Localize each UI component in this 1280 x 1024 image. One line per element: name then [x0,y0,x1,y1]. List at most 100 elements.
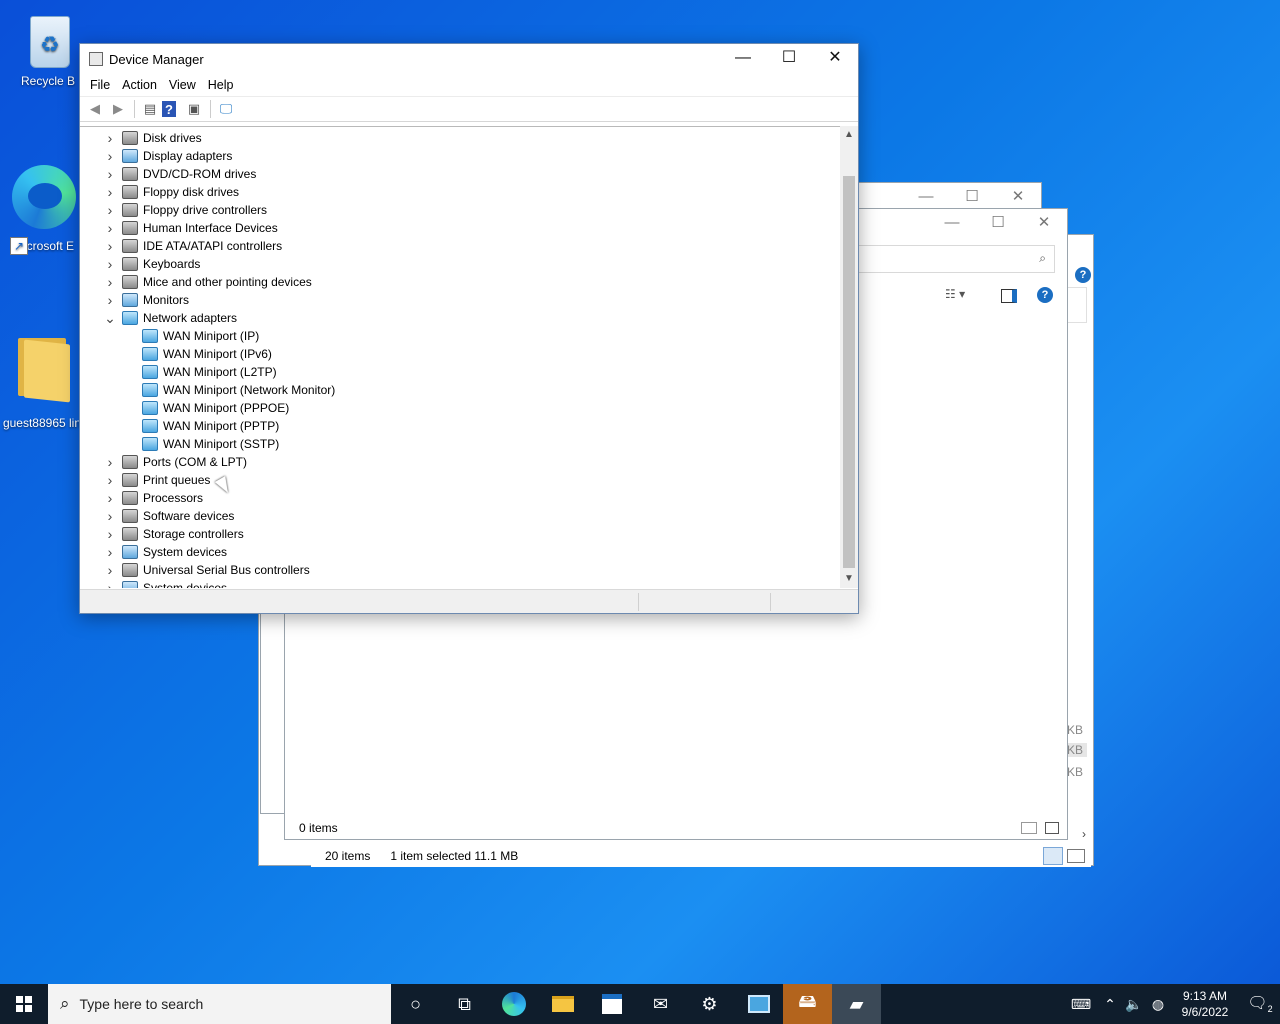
device-tree[interactable]: › Disk drives › Display adapters › DVD/CD-ROM… [80,126,840,588]
close-icon[interactable]: ✕ [812,44,858,74]
tree-device-item[interactable]: WAN Miniport (L2TP) [138,363,277,381]
chevron-right-icon[interactable]: › [102,184,118,200]
network-icon[interactable]: ◍ [1146,996,1170,1013]
minimize-icon[interactable]: — [720,44,766,74]
tree-category-item[interactable]: › Monitors [102,291,189,309]
scroll-right-icon[interactable]: › [1082,827,1086,841]
large-icons-view-icon[interactable] [1045,822,1059,834]
scroll-up-icon[interactable]: ▲ [840,126,858,144]
settings-icon[interactable]: ⚙ [685,984,734,1024]
help-icon[interactable]: ? [1037,287,1053,303]
chevron-right-icon[interactable]: › [102,292,118,308]
tree-device-item[interactable]: WAN Miniport (PPPOE) [138,399,289,417]
update-driver-icon[interactable]: ▣ [183,99,205,119]
maximize-icon[interactable]: ☐ [766,44,812,74]
chevron-right-icon[interactable]: › [102,202,118,218]
app-taskbar-icon[interactable]: ▰ [832,984,881,1024]
scan-hardware-icon[interactable]: 🖵 [215,99,237,119]
chevron-right-icon[interactable]: › [102,580,118,588]
tree-category-item[interactable]: › Keyboards [102,255,201,273]
help-icon[interactable]: ? [162,101,176,117]
chevron-right-icon[interactable]: › [102,454,118,470]
maximize-icon[interactable]: ☐ [949,183,995,209]
tree-category-item[interactable]: › IDE ATA/ATAPI controllers [102,237,283,255]
cortana-icon[interactable]: ○ [391,984,440,1024]
volume-muted-icon[interactable]: 🔈 [1122,996,1146,1013]
tree-category-item[interactable]: › Software devices [102,507,235,525]
details-view-icon[interactable] [1043,847,1063,865]
details-view-icon[interactable] [1021,822,1037,834]
clock[interactable]: 9:13 AM 9/6/2022 [1170,988,1240,1020]
chevron-down-icon[interactable]: ⌄ [102,310,118,327]
tree-category-item[interactable]: › Floppy disk drives [102,183,239,201]
menu-file[interactable]: File [84,78,116,92]
chevron-right-icon[interactable]: › [102,220,118,236]
large-icons-view-icon[interactable] [1067,849,1085,863]
tree-device-item[interactable]: WAN Miniport (SSTP) [138,435,279,453]
device-manager-window[interactable]: Device Manager — ☐ ✕ File Action View He… [79,43,859,614]
show-hidden-icons-icon[interactable]: ⌃ [1098,996,1122,1013]
minimize-icon[interactable]: — [903,183,949,209]
chevron-right-icon[interactable]: › [102,130,118,146]
search-input[interactable]: ⌕ [845,245,1055,273]
tree-category-item[interactable]: › System devices [102,543,227,561]
chevron-right-icon[interactable]: › [102,526,118,542]
tree-category-item[interactable]: › Ports (COM & LPT) [102,453,247,471]
device-manager-taskbar-icon[interactable]: 🖴 [783,984,832,1024]
chevron-right-icon[interactable]: › [102,562,118,578]
forward-arrow-icon[interactable]: ▶ [107,99,129,119]
tree-category-item[interactable]: › Disk drives [102,129,202,147]
mail-icon[interactable]: ✉ [636,984,685,1024]
start-button[interactable] [0,984,48,1024]
preview-pane-icon[interactable] [1001,289,1017,303]
tree-category-item[interactable]: › Print queues [102,471,211,489]
store-icon[interactable] [587,984,636,1024]
keyboard-icon[interactable]: ⌨ [1064,996,1098,1013]
notifications-icon[interactable]: 🗨2 [1240,993,1280,1014]
tree-device-item[interactable]: WAN Miniport (Network Monitor) [138,381,335,399]
vertical-scrollbar[interactable]: ▲ ▼ [840,126,858,588]
chevron-right-icon[interactable]: › [102,274,118,290]
tree-device-item[interactable]: WAN Miniport (IP) [138,327,259,345]
tree-category-item[interactable]: › DVD/CD-ROM drives [102,165,257,183]
menu-help[interactable]: Help [202,78,240,92]
chevron-right-icon[interactable]: › [102,148,118,164]
chevron-right-icon[interactable]: › [102,544,118,560]
chevron-right-icon[interactable]: › [102,166,118,182]
edge-taskbar-icon[interactable] [489,984,538,1024]
close-icon[interactable]: ✕ [995,183,1041,209]
tree-category-item[interactable]: › Floppy drive controllers [102,201,267,219]
tree-category-item[interactable]: › System devices [102,579,227,588]
desktop-icon-edge[interactable]: ↗ Microsoft E [4,165,84,255]
chevron-right-icon[interactable]: › [102,238,118,254]
scroll-thumb[interactable] [843,176,855,568]
desktop-icon-recycle-bin[interactable]: ♻ Recycle B [8,10,88,88]
menu-action[interactable]: Action [116,78,163,92]
tree-device-item[interactable]: WAN Miniport (IPv6) [138,345,272,363]
tree-category-item[interactable]: › Storage controllers [102,525,244,543]
chevron-right-icon[interactable]: › [102,490,118,506]
close-icon[interactable]: ✕ [1021,209,1067,239]
file-explorer-icon[interactable] [538,984,587,1024]
chevron-right-icon[interactable]: › [102,472,118,488]
desktop-icon-folder[interactable]: guest88965 lin [2,330,82,430]
menu-view[interactable]: View [163,78,202,92]
server-manager-icon[interactable] [734,984,783,1024]
taskbar-search-box[interactable]: ⌕ Type here to search [48,984,391,1024]
tree-category-item[interactable]: › Universal Serial Bus controllers [102,561,310,579]
task-view-icon[interactable]: ⧉ [440,984,489,1024]
tree-category-item[interactable]: › Human Interface Devices [102,219,278,237]
tree-category-item[interactable]: › Mice and other pointing devices [102,273,312,291]
help-icon[interactable]: ? [1075,267,1091,283]
title-bar[interactable]: Device Manager — ☐ ✕ [80,44,858,74]
back-arrow-icon[interactable]: ◀ [84,99,106,119]
properties-icon[interactable]: ▤ [139,99,161,119]
view-options-icon[interactable]: ☷ ▾ [945,287,977,305]
minimize-icon[interactable]: — [929,209,975,239]
maximize-icon[interactable]: ☐ [975,209,1021,239]
chevron-right-icon[interactable]: › [102,508,118,524]
chevron-right-icon[interactable]: › [102,256,118,272]
scroll-down-icon[interactable]: ▼ [840,570,858,588]
tree-category-item[interactable]: › Display adapters [102,147,233,165]
tree-category-item[interactable]: › Processors [102,489,203,507]
